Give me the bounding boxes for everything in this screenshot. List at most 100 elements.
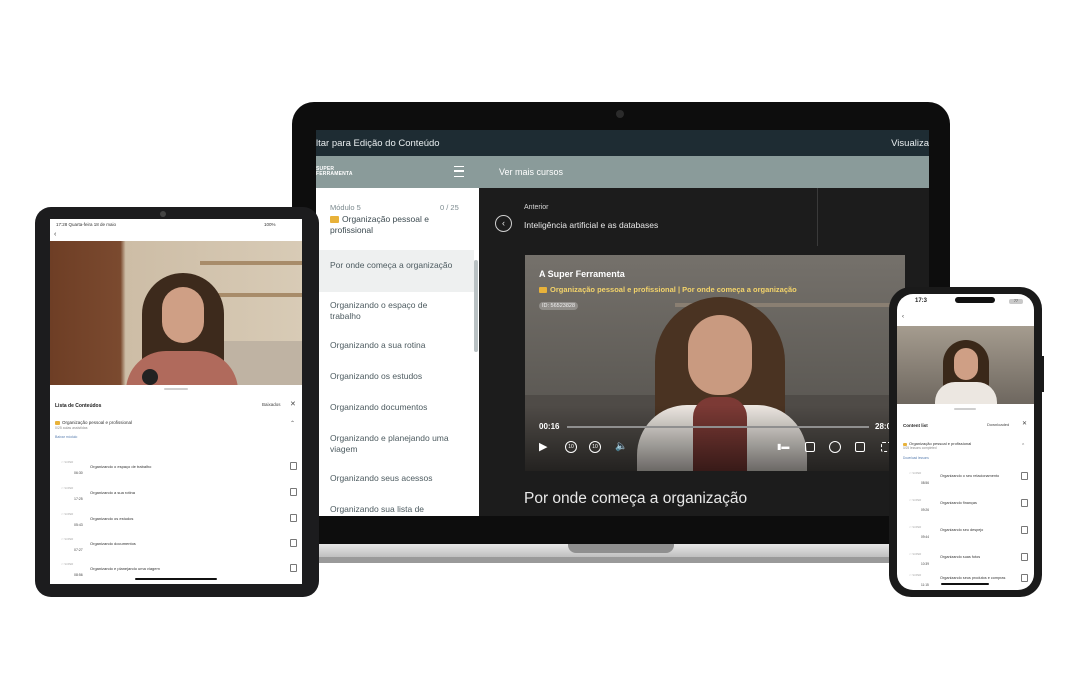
tablet-screen: 17:28 Quarta-feira 18 de maio 100% ‹ Lis… — [50, 219, 302, 584]
list-item[interactable]: 〰 SUPER 17:25 Organizando a sua rotina — [50, 483, 302, 508]
item-name: Organizando finanças — [940, 501, 977, 505]
item-name: Organizando documentos — [90, 541, 136, 546]
video-course-title: Organização pessoal e profissional | Por… — [539, 285, 797, 294]
presenter-face — [954, 348, 978, 380]
current-time: 00:16 — [539, 422, 560, 431]
previous-lesson-title[interactable]: Inteligência artificial e as databases — [524, 220, 658, 230]
preview-link[interactable]: Visualiza — [891, 138, 929, 149]
list-item[interactable]: 〰 SUPER 08:56 Organizando e planejando u… — [50, 559, 302, 584]
item-duration: 17:25 — [74, 497, 83, 501]
document-icon[interactable] — [290, 488, 297, 496]
speed-icon[interactable]: ▮▬ — [777, 441, 789, 453]
list-item[interactable]: 〰 SUPER 08:56 Organizando o seu relacion… — [897, 468, 1034, 495]
chevron-up-icon[interactable]: ⌃ — [290, 420, 295, 427]
menu-icon[interactable] — [454, 166, 464, 177]
sidebar-lesson-item[interactable]: Organizando a sua rotina — [330, 340, 460, 351]
list-item[interactable]: 〰 SUPER 06:30 Organizando o espaço de tr… — [50, 457, 302, 482]
sidebar-lesson-item[interactable]: Organizando documentos — [330, 402, 460, 413]
lesson-content: Ver mais cursos ‹ Anterior Inteligência … — [479, 156, 929, 516]
download-module-link[interactable]: Baixar módulo — [55, 435, 77, 439]
document-icon[interactable] — [1021, 574, 1028, 582]
play-icon[interactable]: ▶ — [539, 441, 547, 453]
volume-icon[interactable]: 🔈 — [615, 441, 627, 453]
document-icon[interactable] — [1021, 526, 1028, 534]
sidebar-lesson-item[interactable]: Por onde começa a organização — [330, 260, 460, 271]
sidebar-lesson-item[interactable]: Organizando os estudos — [330, 371, 460, 382]
home-indicator[interactable] — [941, 583, 989, 585]
close-icon[interactable]: ✕ — [1022, 420, 1027, 427]
previous-label: Anterior — [524, 204, 549, 211]
item-duration: 09:44 — [921, 535, 929, 539]
document-icon[interactable] — [1021, 472, 1028, 480]
list-item[interactable]: 〰 SUPER 07:27 Organizando documentos — [50, 534, 302, 559]
sidebar-lesson-item[interactable]: Organizando seus acessos — [330, 473, 460, 484]
course-title[interactable]: Organização pessoal e profissional — [55, 420, 132, 425]
tablet-camera — [160, 211, 166, 217]
module-progress-count: 0 / 25 — [440, 203, 459, 212]
sidebar-lesson-item[interactable]: Organizando e planejando uma viagem — [330, 433, 460, 454]
sheet-handle[interactable] — [954, 408, 976, 410]
item-duration: 06:30 — [74, 471, 83, 475]
download-lessons-link[interactable]: Download lessons — [903, 456, 929, 460]
more-courses-link[interactable]: Ver mais cursos — [499, 167, 563, 177]
tablet-video[interactable] — [50, 241, 302, 385]
status-bar-time: 17:3 — [915, 298, 928, 304]
phone-video[interactable] — [897, 326, 1034, 404]
module-title[interactable]: Organização pessoal e profissional — [330, 214, 460, 235]
content-list-title: Lista de Conteúdos — [55, 403, 102, 409]
item-duration: 05:43 — [74, 523, 83, 527]
picture-in-picture-icon[interactable] — [855, 442, 865, 452]
item-name: Organizando os estudos — [90, 516, 134, 521]
laptop-base-shadow — [262, 557, 978, 563]
list-item[interactable]: 〰 SUPER 09:44 Organizando seu despejo — [897, 522, 1034, 549]
document-icon[interactable] — [1021, 499, 1028, 507]
video-gradient — [525, 405, 905, 471]
sidebar-lesson-item[interactable]: Organizando o espaço de trabalho — [330, 300, 460, 321]
home-indicator[interactable] — [135, 578, 217, 580]
presenter-face — [688, 315, 752, 395]
rewind-seconds: 10 — [568, 444, 574, 450]
document-icon[interactable] — [290, 514, 297, 522]
document-icon[interactable] — [1021, 553, 1028, 561]
list-item[interactable]: 〰 SUPER 05:43 Organizando os estudos — [50, 509, 302, 534]
chevron-left-icon[interactable]: ‹ — [495, 215, 512, 232]
course-progress: 0/25 aulas assistidas — [55, 426, 88, 430]
phone-side-button — [1042, 356, 1044, 392]
document-icon[interactable] — [290, 462, 297, 470]
chevron-up-icon[interactable]: ⌃ — [1021, 443, 1025, 449]
video-id-badge: ID: 56523828 — [539, 302, 579, 310]
laptop-screen: ltar para Edição do Conteúdo Visualiza S… — [316, 130, 929, 516]
list-item[interactable]: 〰 SUPER 11:15 Organizando seus produtos … — [897, 570, 1034, 590]
progress-bar[interactable] — [567, 426, 869, 428]
sidebar-header: SUPER FERRAMENTA — [316, 156, 479, 188]
item-duration: 11:15 — [921, 583, 929, 587]
annotate-icon[interactable] — [805, 442, 815, 452]
forward-icon[interactable]: 10 — [589, 441, 601, 453]
sheet-handle[interactable] — [164, 388, 188, 390]
downloaded-toggle[interactable]: Baixados — [262, 402, 281, 407]
item-name: Organizando o seu relacionamento — [940, 474, 1000, 478]
previous-lesson-nav[interactable]: ‹ Anterior Inteligência artificial e as … — [479, 188, 818, 246]
item-name: Organizando o espaço de trabalho — [90, 464, 152, 469]
battery-icon: 77 — [1009, 299, 1023, 304]
list-item[interactable]: 〰 SUPER 09:26 Organizando finanças — [897, 495, 1034, 522]
downloaded-toggle[interactable]: Downloaded — [987, 422, 1009, 427]
course-progress: 0/25 lessons completed — [903, 446, 937, 450]
brand-logo[interactable]: SUPER FERRAMENTA — [316, 167, 353, 177]
document-icon[interactable] — [290, 564, 297, 572]
sidebar-scrollbar[interactable] — [474, 260, 478, 352]
rewind-icon[interactable]: 10 — [565, 441, 577, 453]
chevron-left-icon[interactable]: ‹ — [902, 314, 904, 320]
course-title-text: Organização pessoal e profissional — [62, 420, 133, 425]
close-icon[interactable]: ✕ — [290, 400, 296, 408]
document-icon[interactable] — [290, 539, 297, 547]
chevron-left-icon[interactable]: ‹ — [54, 231, 56, 238]
item-name: Organizando suas fotos — [940, 555, 981, 559]
video-player[interactable]: A Super Ferramenta Organização pessoal e… — [525, 255, 905, 471]
settings-icon[interactable] — [829, 441, 841, 453]
sidebar-lesson-item[interactable]: Organizando sua lista de — [330, 504, 460, 515]
content-header: Ver mais cursos — [479, 156, 929, 188]
top-bar: ltar para Edição do Conteúdo Visualiza — [316, 130, 929, 156]
back-to-editing-link[interactable]: ltar para Edição do Conteúdo — [316, 138, 440, 149]
video-shelf — [200, 261, 302, 265]
